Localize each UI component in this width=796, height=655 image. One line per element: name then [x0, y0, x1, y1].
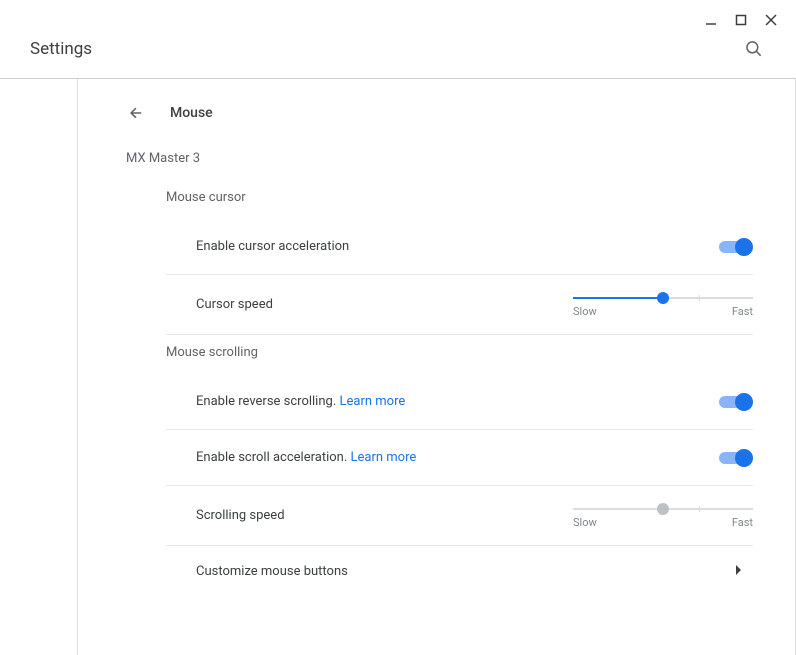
label-cursor-speed: Cursor speed: [196, 297, 273, 312]
link-learn-more-accel[interactable]: Learn more: [350, 450, 416, 465]
search-button[interactable]: [742, 37, 766, 61]
app-title: Settings: [30, 39, 92, 59]
slider-label-slow: Slow: [573, 516, 597, 529]
chevron-right-icon: [735, 564, 745, 579]
content-panel: Mouse MX Master 3 Mouse cursor Enable cu…: [78, 79, 796, 655]
slider-knob-icon[interactable]: [657, 292, 669, 304]
label-scroll-acceleration: Enable scroll acceleration. Learn more: [196, 450, 416, 465]
app-header: Settings: [0, 32, 796, 78]
row-cursor-acceleration: Enable cursor acceleration: [166, 219, 753, 275]
window-close-icon[interactable]: [764, 13, 778, 27]
device-name: MX Master 3: [126, 151, 753, 166]
slider-knob-icon[interactable]: [657, 503, 669, 515]
row-cursor-speed: Cursor speed Slow Fast: [166, 275, 753, 335]
link-learn-more-reverse[interactable]: Learn more: [339, 394, 405, 409]
slider-label-slow: Slow: [573, 305, 597, 318]
section-title-cursor: Mouse cursor: [166, 190, 753, 205]
toggle-reverse-scrolling[interactable]: [719, 393, 753, 411]
slider-label-fast: Fast: [732, 305, 753, 318]
slider-scrolling-speed[interactable]: [573, 508, 753, 510]
label-reverse-scrolling: Enable reverse scrolling. Learn more: [196, 394, 405, 409]
back-button[interactable]: [126, 103, 146, 123]
row-reverse-scrolling: Enable reverse scrolling. Learn more: [166, 374, 753, 430]
toggle-cursor-acceleration[interactable]: [719, 238, 753, 256]
section-title-scrolling: Mouse scrolling: [166, 345, 753, 360]
window-controls: [0, 0, 796, 32]
search-icon: [744, 39, 764, 59]
arrow-left-icon: [127, 104, 145, 122]
window-minimize-icon[interactable]: [704, 13, 718, 27]
row-scroll-acceleration: Enable scroll acceleration. Learn more: [166, 430, 753, 486]
label-customize-buttons: Customize mouse buttons: [196, 564, 348, 579]
row-scrolling-speed: Scrolling speed Slow Fast: [166, 486, 753, 546]
page-title: Mouse: [170, 105, 213, 121]
toggle-scroll-acceleration[interactable]: [719, 449, 753, 467]
left-gutter: [0, 79, 78, 655]
row-customize-buttons[interactable]: Customize mouse buttons: [126, 546, 753, 597]
window-maximize-icon[interactable]: [734, 13, 748, 27]
slider-cursor-speed[interactable]: [573, 297, 753, 299]
label-cursor-acceleration: Enable cursor acceleration: [196, 239, 349, 254]
label-scrolling-speed: Scrolling speed: [196, 508, 285, 523]
slider-label-fast: Fast: [732, 516, 753, 529]
